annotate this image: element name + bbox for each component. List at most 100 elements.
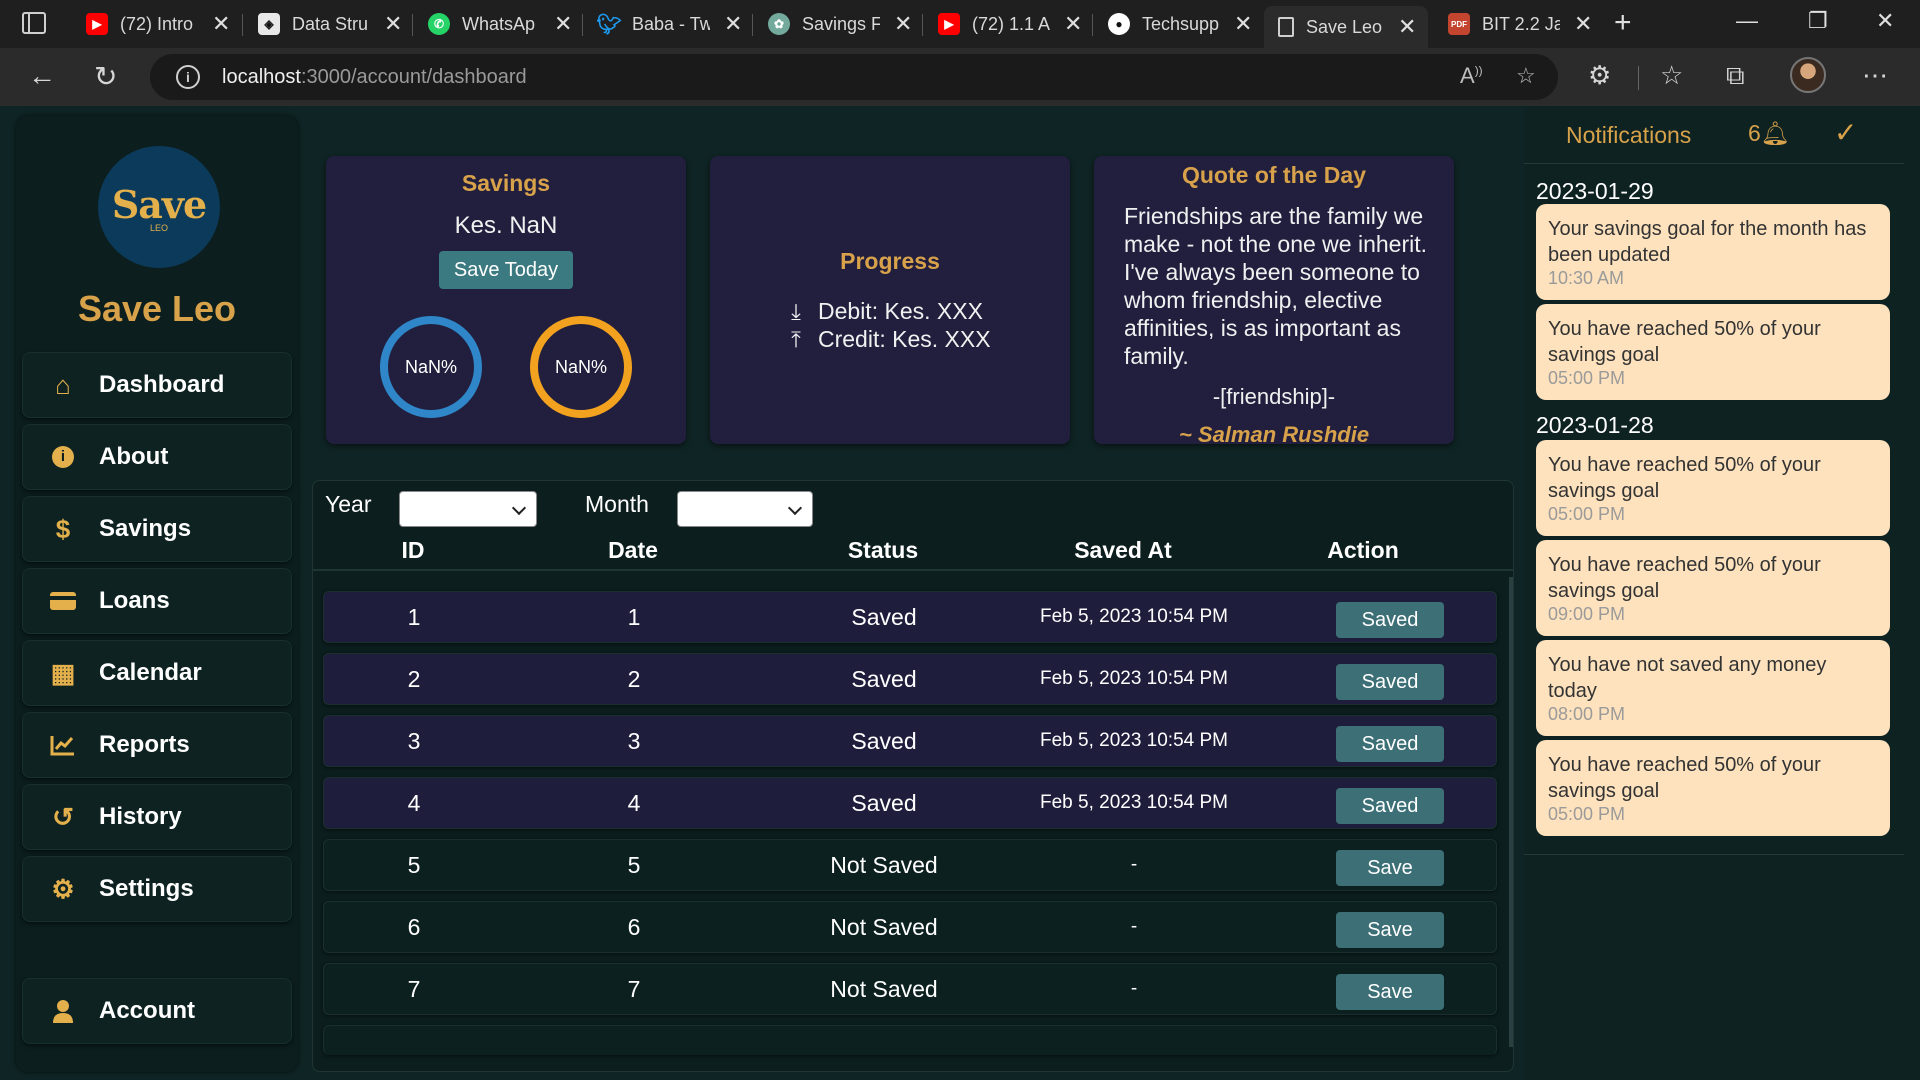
profile-avatar[interactable] [1790, 57, 1826, 93]
saved-button[interactable]: Saved [1336, 788, 1444, 824]
notifications-count[interactable]: 6🔔︎ [1748, 120, 1790, 147]
close-icon[interactable]: ✕ [1064, 11, 1082, 37]
cell-date: 1 [627, 604, 641, 630]
notification-item[interactable]: You have reached 50% of your savings goa… [1536, 304, 1890, 400]
refresh-icon[interactable]: ↻ [94, 60, 117, 93]
save-button[interactable]: Save [1336, 850, 1444, 886]
cell-date: 6 [627, 914, 641, 940]
sidebar-item-savings[interactable]: $ Savings [22, 496, 292, 562]
minimize-icon[interactable]: — [1736, 8, 1758, 34]
github-icon: ● [1108, 13, 1130, 35]
notification-item[interactable]: You have reached 50% of your savings goa… [1536, 440, 1890, 536]
restore-icon[interactable]: ❐ [1808, 8, 1828, 34]
new-tab-icon[interactable]: + [1614, 6, 1632, 40]
saved-button[interactable]: Saved [1336, 726, 1444, 762]
sidebar-item-label: Account [99, 997, 195, 1024]
site-info-icon[interactable]: i [176, 65, 200, 89]
more-options-icon[interactable]: ⋯ [1862, 60, 1888, 91]
window-close-icon[interactable]: ✕ [1876, 8, 1894, 34]
month-select[interactable] [677, 491, 813, 527]
notification-message: You have not saved any money today [1548, 654, 1827, 702]
browser-tab[interactable]: ▶ (72) 1.1 A ✕ [924, 6, 1088, 42]
pdf-icon: PDF [1448, 13, 1470, 35]
cell-saved-at: Feb 5, 2023 10:54 PM [1039, 792, 1228, 813]
sidebar-item-account[interactable]: Account [22, 978, 292, 1044]
tab-label: (72) 1.1 A [972, 13, 1050, 34]
notification-message: You have reached 50% of your savings goa… [1548, 554, 1821, 602]
browser-tab-active[interactable]: Save Leo ✕ [1264, 6, 1428, 48]
savings-card: Savings Kes. NaN Save Today NaN% NaN% [326, 156, 686, 444]
close-icon[interactable]: ✕ [384, 11, 402, 37]
close-icon[interactable]: ✕ [1398, 14, 1416, 40]
table-scrollbar[interactable] [1509, 577, 1513, 1047]
close-icon[interactable]: ✕ [1574, 11, 1592, 37]
table-body: 1 1 Saved Feb 5, 2023 10:54 PM Saved 2 2… [323, 591, 1497, 1065]
sidebar-item-history[interactable]: ↺ History [22, 784, 292, 850]
home-icon: ⌂ [55, 369, 71, 400]
notification-item[interactable]: You have reached 50% of your savings goa… [1536, 540, 1890, 636]
cell-status: Not Saved [830, 976, 938, 1002]
collections-icon[interactable]: ⧉ [1726, 60, 1745, 92]
browser-tab[interactable]: ◈ Data Stru ✕ [244, 6, 408, 42]
cell-saved-at: Feb 5, 2023 10:54 PM [1039, 668, 1228, 689]
notifications-header: Notifications 6🔔︎ ✓ [1524, 106, 1904, 164]
read-aloud-icon[interactable]: A)) [1460, 63, 1483, 89]
sidebar-item-dashboard[interactable]: ⌂ Dashboard [22, 352, 292, 418]
sidebar-item-about[interactable]: i About [22, 424, 292, 490]
table-row: 3 3 Saved Feb 5, 2023 10:54 PM Saved [323, 715, 1497, 767]
back-icon[interactable]: ← [28, 60, 56, 92]
ring-value: NaN% [404, 356, 457, 377]
year-select[interactable] [399, 491, 537, 527]
notification-item[interactable]: Your savings goal for the month has been… [1536, 204, 1890, 300]
cell-date: 2 [627, 666, 641, 692]
close-icon[interactable]: ✕ [212, 11, 230, 37]
url-host: localhost [222, 66, 301, 88]
info-icon: i [45, 442, 81, 472]
close-icon[interactable]: ✕ [1234, 11, 1252, 37]
tab-actions-icon[interactable] [22, 12, 46, 34]
close-icon[interactable]: ✕ [894, 11, 912, 37]
sidebar-item-reports[interactable]: Reports [22, 712, 292, 778]
notification-message: You have reached 50% of your savings goa… [1548, 454, 1821, 502]
browser-tab[interactable]: ▶ (72) Intro ✕ [72, 6, 236, 42]
browser-tab[interactable]: ✆ WhatsAp ✕ [414, 6, 578, 42]
notification-item[interactable]: You have reached 50% of your savings goa… [1536, 740, 1890, 836]
browser-tab[interactable]: ● Techsupp ✕ [1094, 6, 1258, 42]
month-label: Month [585, 491, 649, 517]
progress-ring-blue: NaN% [380, 316, 482, 418]
browser-tab[interactable]: PDF BIT 2.2 Ja ✕ [1434, 6, 1598, 42]
save-button[interactable]: Save [1336, 974, 1444, 1010]
browser-tab[interactable]: 🐦︎ Baba - Tw ✕ [584, 6, 748, 42]
table-row: 4 4 Saved Feb 5, 2023 10:54 PM Saved [323, 777, 1497, 829]
browser-tab[interactable]: ✿ Savings F ✕ [754, 6, 918, 42]
close-icon[interactable]: ✕ [554, 11, 572, 37]
save-button[interactable]: Save [1336, 912, 1444, 948]
calendar-icon: ▦ [50, 657, 76, 688]
cell-date: 5 [627, 852, 641, 878]
card-title: Progress [840, 248, 940, 274]
sidebar-item-label: Savings [99, 515, 192, 542]
chart-line-icon [45, 730, 81, 760]
tab-label: Data Stru [292, 13, 369, 34]
sidebar-item-loans[interactable]: Loans [22, 568, 292, 634]
url-text[interactable]: localhost:3000/account/dashboard [222, 66, 527, 89]
notification-date: 2023-01-28 [1536, 412, 1654, 438]
save-today-button[interactable]: Save Today [439, 251, 573, 289]
cell-id: 4 [407, 790, 421, 816]
close-icon[interactable]: ✕ [724, 11, 742, 37]
mark-all-read-icon[interactable]: ✓ [1834, 116, 1857, 149]
page-icon: ◈ [258, 13, 280, 35]
saved-button[interactable]: Saved [1336, 602, 1444, 638]
add-favorite-icon[interactable]: ☆ [1516, 63, 1536, 89]
address-bar[interactable]: i localhost:3000/account/dashboard A)) ☆ [150, 54, 1558, 100]
sidebar-item-settings[interactable]: ⚙ Settings [22, 856, 292, 922]
cell-id: 3 [407, 728, 421, 754]
notification-item[interactable]: You have not saved any money today 08:00… [1536, 640, 1890, 736]
sidebar-item-calendar[interactable]: ▦ Calendar [22, 640, 292, 706]
extensions-icon[interactable]: ⚙ [1588, 60, 1611, 91]
notification-date: 2023-01-29 [1536, 178, 1654, 204]
whatsapp-icon: ✆ [428, 13, 450, 35]
tab-label: BIT 2.2 Ja [1482, 13, 1560, 34]
favorites-icon[interactable]: ☆ [1660, 60, 1683, 91]
saved-button[interactable]: Saved [1336, 664, 1444, 700]
